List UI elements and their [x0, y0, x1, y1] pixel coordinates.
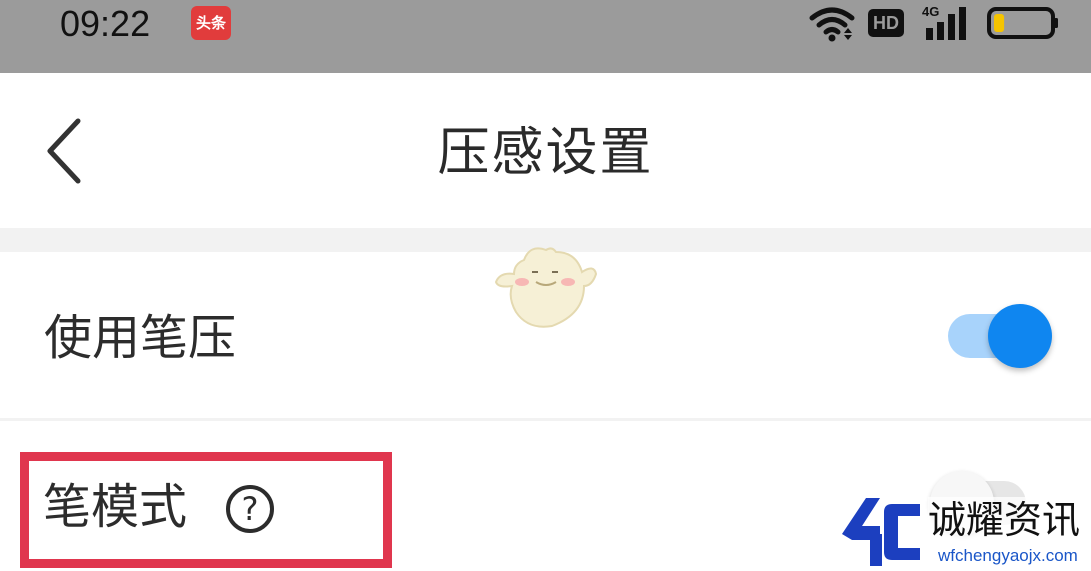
wifi-icon [809, 7, 855, 42]
toggle-knob [988, 304, 1052, 368]
page-header: 压感设置 [0, 73, 1091, 228]
toutiao-app-icon: 头条 [191, 6, 231, 40]
page-title: 压感设置 [437, 123, 654, 183]
signal-4g-icon: 4G [922, 4, 966, 40]
help-icon[interactable]: ? [224, 483, 276, 535]
network-type-label: 4G [922, 4, 939, 19]
setting-row-pen-mode: 笔模式 ? [0, 421, 1091, 571]
pen-pressure-toggle[interactable] [948, 304, 1052, 368]
watermark-url: wfchengyaojx.com [938, 546, 1078, 565]
help-symbol: ? [242, 490, 259, 528]
watermark-title: 诚耀资讯 [928, 497, 1081, 543]
status-bar: 09:22 头条 HD 4G [0, 0, 1091, 73]
status-time: 09:22 [60, 3, 151, 44]
mascot-sticker [494, 247, 598, 328]
battery-low-icon [987, 7, 1058, 39]
pen-pressure-label: 使用笔压 [44, 310, 237, 366]
pen-mode-label: 笔模式 [43, 479, 188, 535]
watermark-logo [842, 498, 920, 566]
hd-icon: HD [868, 9, 904, 37]
